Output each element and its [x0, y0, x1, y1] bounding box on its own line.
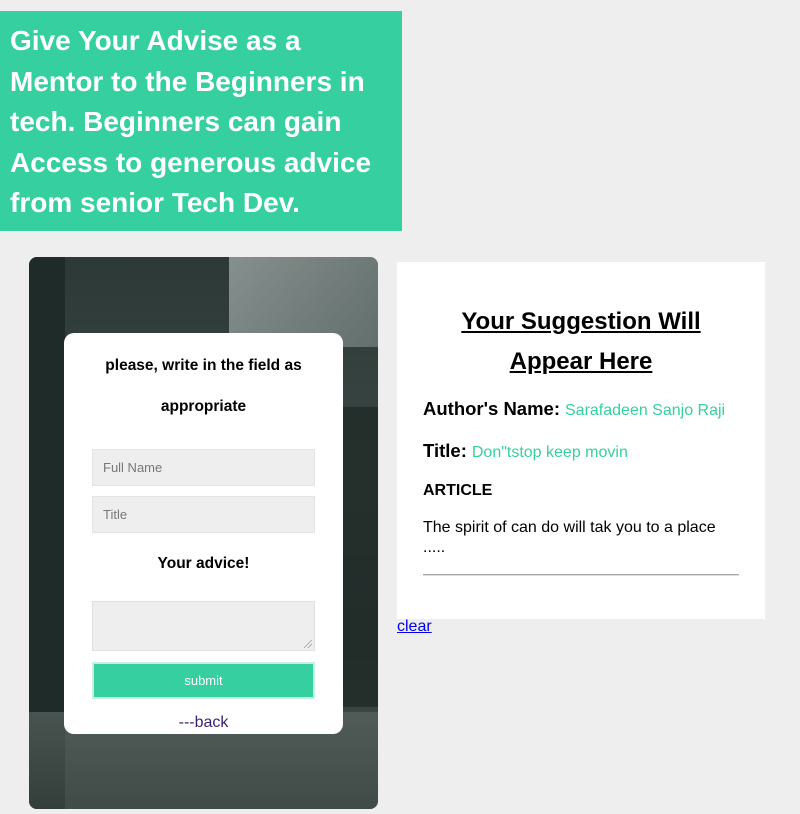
suggestion-card: Your Suggestion Will Appear Here Author'…	[397, 262, 765, 619]
title-input[interactable]: Title	[92, 496, 315, 533]
suggestion-title: Your Suggestion Will Appear Here	[461, 308, 701, 375]
article-text: The spirit of can do will tak you to a p…	[423, 519, 716, 556]
advice-form-card: please, write in the field as appropriat…	[64, 333, 343, 734]
divider	[423, 574, 739, 576]
advice-textarea[interactable]	[92, 601, 315, 651]
hero-text: Give Your Advise as a Mentor to the Begi…	[10, 25, 372, 218]
author-row: Author's Name: Sarafadeen Sanjo Raji	[423, 396, 739, 424]
full-name-input[interactable]: Full Name	[92, 449, 315, 486]
hero-banner: Give Your Advise as a Mentor to the Begi…	[0, 11, 402, 231]
article-label: ARTICLE	[423, 482, 493, 499]
author-label: Author's Name:	[423, 398, 560, 419]
author-value: Sarafadeen Sanjo Raji	[565, 402, 726, 419]
form-heading: please, write in the field as appropriat…	[105, 357, 302, 415]
clear-link[interactable]: clear	[397, 618, 432, 636]
title-label: Title:	[423, 440, 467, 461]
advice-label: Your advice!	[157, 555, 250, 572]
submit-button[interactable]: submit	[92, 662, 315, 699]
title-value: Don"tstop keep movin	[471, 444, 628, 461]
back-link[interactable]: ---back	[64, 714, 343, 732]
title-row: Title: Don"tstop keep movin	[423, 438, 739, 466]
resize-grip-icon[interactable]	[304, 640, 312, 648]
